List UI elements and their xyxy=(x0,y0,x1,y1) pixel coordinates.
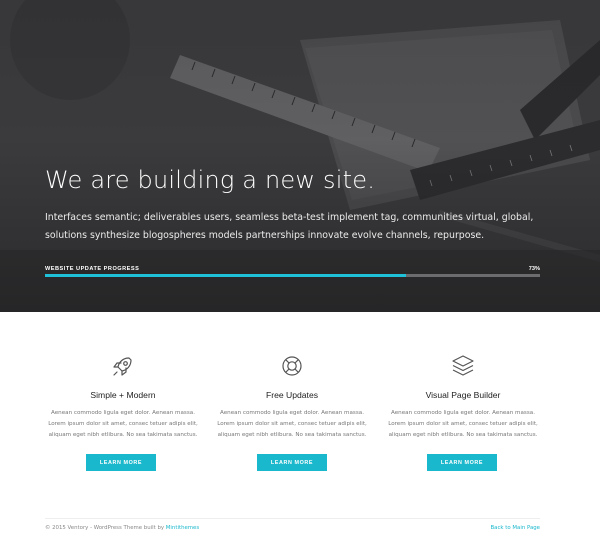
progress-bar xyxy=(45,274,540,277)
feature-description: Aenean commodo ligula eget dolor. Aenean… xyxy=(217,410,367,438)
progress-bar-fill xyxy=(45,274,407,277)
feature-description: Aenean commodo ligula eget dolor. Aenean… xyxy=(48,410,198,438)
feature-title: Visual Page Builder xyxy=(425,390,501,400)
feature-title: Simple + Modern xyxy=(90,390,156,400)
hero-section: We are building a new site. Interfaces s… xyxy=(0,0,600,312)
rocket-icon xyxy=(113,357,132,376)
hero-title: We are building a new site. xyxy=(45,166,376,194)
progress-label: WEBSITE UPDATE PROGRESS xyxy=(45,266,140,272)
footer-divider xyxy=(45,518,540,519)
feature-visual-page-builder: Visual Page Builder Aenean commodo ligul… xyxy=(378,352,548,441)
layers-icon xyxy=(452,355,474,376)
feature-title: Free Updates xyxy=(265,390,319,400)
learn-more-button[interactable]: LEARN MORE xyxy=(427,454,497,471)
lifebuoy-icon xyxy=(282,356,302,376)
learn-more-button[interactable]: LEARN MORE xyxy=(86,454,156,471)
footer-copyright: © 2015 Ventory - WordPress Theme built b… xyxy=(45,525,199,531)
learn-more-button[interactable]: LEARN MORE xyxy=(257,454,327,471)
feature-description: Aenean commodo ligula eget dolor. Aenean… xyxy=(388,410,538,438)
feature-free-updates: Free Updates Aenean commodo ligula eget … xyxy=(207,352,377,441)
back-to-main-page-link[interactable]: Back to Main Page xyxy=(490,525,540,531)
progress-value: 73% xyxy=(528,266,540,272)
hero-description: Interfaces semantic; deliverables users,… xyxy=(45,212,534,241)
copyright-text: © 2015 Ventory - WordPress Theme built b… xyxy=(45,525,166,531)
author-link[interactable]: Mintithemes xyxy=(166,525,199,531)
feature-simple-modern: Simple + Modern Aenean commodo ligula eg… xyxy=(38,352,208,441)
